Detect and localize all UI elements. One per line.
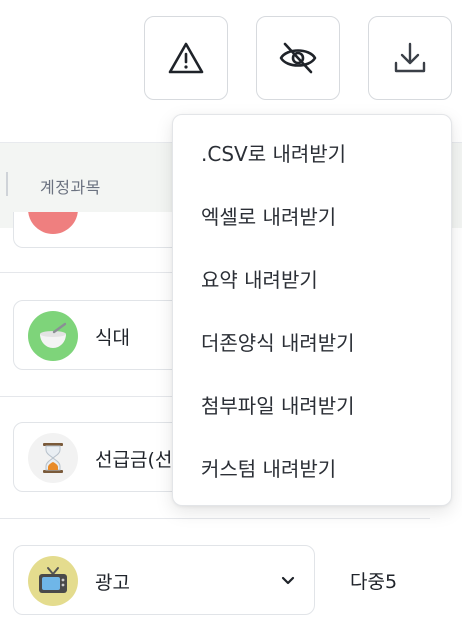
menu-item-custom[interactable]: 커스텀 내려받기 [201, 454, 336, 484]
menu-item-attachments[interactable]: 첨부파일 내려받기 [201, 391, 355, 421]
row-value: 다중5 [350, 571, 398, 593]
hourglass-icon [28, 433, 78, 483]
menu-item-excel[interactable]: 엑셀로 내려받기 [201, 202, 336, 232]
warning-button[interactable] [144, 16, 228, 100]
category-select[interactable]: 광고 [13, 545, 315, 615]
category-icon [28, 212, 78, 234]
download-menu: .CSV로 내려받기 엑셀로 내려받기 요약 내려받기 더존양식 내려받기 첨부… [172, 114, 452, 506]
warning-icon [168, 42, 204, 74]
column-divider [6, 172, 8, 196]
meal-icon [28, 311, 78, 361]
menu-item-douzone[interactable]: 더존양식 내려받기 [201, 328, 355, 358]
download-button[interactable] [368, 16, 452, 100]
row-divider [0, 518, 430, 519]
tv-icon [28, 556, 78, 606]
column-header-account: 계정과목 [40, 178, 101, 197]
chevron-down-icon [281, 576, 295, 585]
category-label: 광고 [95, 572, 130, 594]
category-label: 식대 [95, 327, 130, 349]
download-icon [394, 42, 426, 73]
menu-item-summary[interactable]: 요약 내려받기 [201, 265, 318, 295]
menu-item-csv[interactable]: .CSV로 내려받기 [201, 139, 346, 169]
eye-off-icon [279, 42, 317, 74]
page: 계정과목 식대 선급금(선급비용) 광고 다중5 .CSV로 내려받기 엑셀로 … [0, 0, 462, 625]
hide-button[interactable] [256, 16, 340, 100]
